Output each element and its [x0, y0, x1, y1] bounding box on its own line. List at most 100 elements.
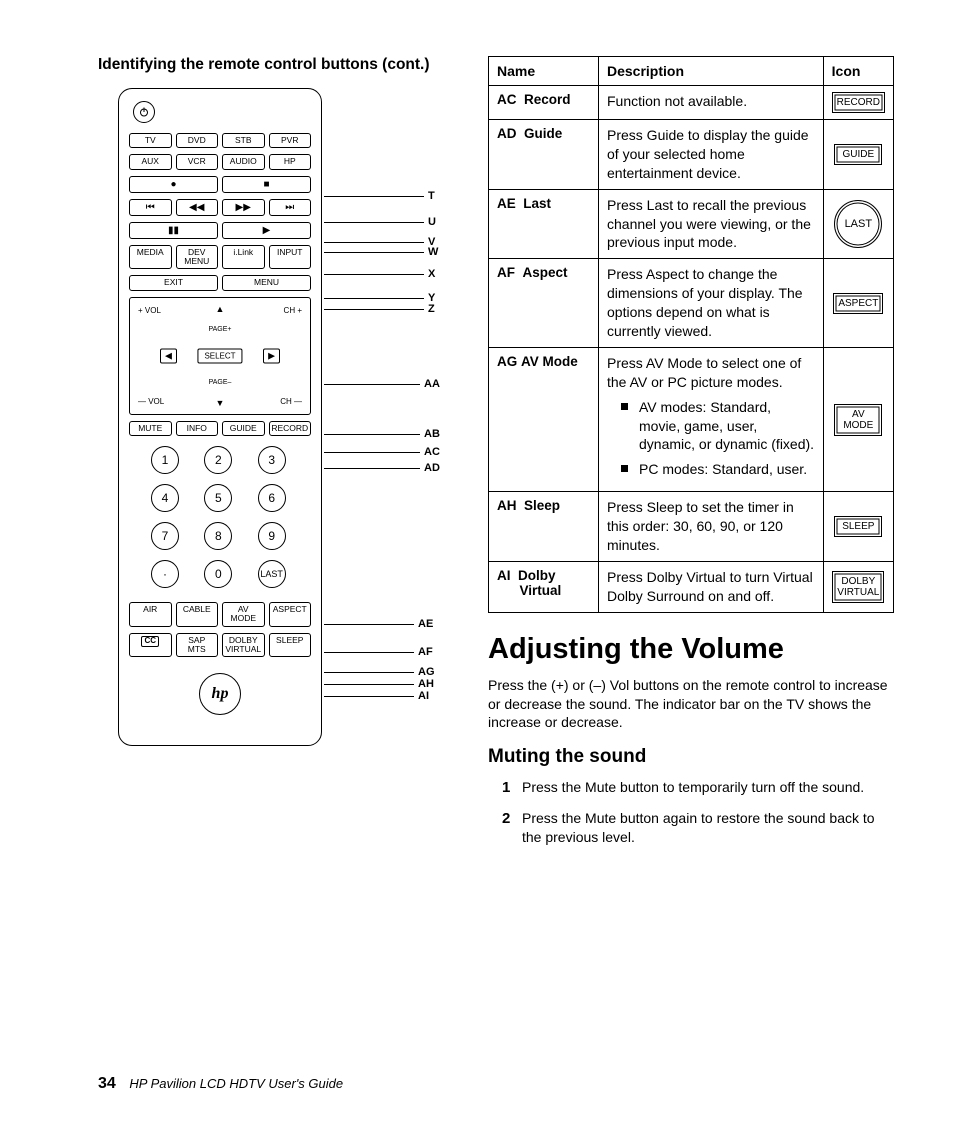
table-row: AC RecordFunction not available.RECORD: [489, 86, 894, 120]
row-name: AC Record: [489, 86, 599, 120]
callout-layer: TUVWXYZAAABACADAEAFAGAHAI: [324, 88, 444, 746]
row-icon: AVMODE: [823, 347, 893, 491]
arrow-right-icon: ▶: [263, 348, 280, 363]
remote-button: TV: [129, 133, 172, 148]
row-icon: ASPECT: [823, 259, 893, 348]
row-desc: Press Last to recall the previous channe…: [599, 189, 824, 259]
remote-button: ⏭: [269, 199, 312, 216]
th-icon: Icon: [823, 57, 893, 86]
info-row: MUTEINFOGUIDERECORD: [129, 421, 311, 436]
page-number: 34: [98, 1075, 116, 1092]
remote-button: DEVMENU: [176, 245, 219, 270]
numpad-key: 8: [204, 522, 232, 550]
arrow-left-icon: ◀: [160, 348, 177, 363]
row-name: AG AV Mode: [489, 347, 599, 491]
row-desc: Press Sleep to set the timer in this ord…: [599, 492, 824, 562]
numpad-key: 7: [151, 522, 179, 550]
footer-title: HP Pavilion LCD HDTV User's Guide: [129, 1076, 343, 1091]
numpad: 123456789·0LAST: [129, 446, 311, 588]
remote-button: SLEEP: [269, 633, 312, 658]
row-desc: Press Dolby Virtual to turn Virtual Dolb…: [599, 561, 824, 612]
callout: AI: [324, 690, 429, 702]
row-icon: LAST: [823, 189, 893, 259]
remote-button: CABLE: [176, 602, 219, 627]
extra-row: CCSAPMTSDOLBYVIRTUALSLEEP: [129, 633, 311, 658]
ch-minus: CH —: [280, 397, 302, 406]
callout: AD: [324, 462, 440, 474]
row-desc: Function not available.: [599, 86, 824, 120]
device-row-2: AUXVCRAUDIOHP: [129, 154, 311, 169]
remote-diagram-wrap: TVDVDSTBPVR AUXVCRAUDIOHP ●■ ⏮◀◀▶▶⏭ ▮▮▶ …: [118, 88, 448, 746]
arrow-up-icon: ▲: [216, 304, 225, 314]
table-row: AD GuidePress Guide to display the guide…: [489, 120, 894, 190]
table-row: AG AV ModePress AV Mode to select one of…: [489, 347, 894, 491]
hp-logo-icon: hp: [199, 673, 241, 715]
numpad-key: 3: [258, 446, 286, 474]
th-name: Name: [489, 57, 599, 86]
remote-button: AUX: [129, 154, 172, 169]
section-heading: Identifying the remote control buttons (…: [98, 56, 458, 74]
row-desc: Press Aspect to change the dimensions of…: [599, 259, 824, 348]
table-row: AE LastPress Last to recall the previous…: [489, 189, 894, 259]
remote-button: INPUT: [269, 245, 312, 270]
row-icon: RECORD: [823, 86, 893, 120]
ch-plus: CH +: [284, 306, 302, 315]
row-icon: DOLBYVIRTUAL: [823, 561, 893, 612]
callout: AB: [324, 428, 440, 440]
row-name: AF Aspect: [489, 259, 599, 348]
volume-heading: Adjusting the Volume: [488, 633, 894, 666]
arrow-down-icon: ▼: [216, 398, 225, 408]
row-name: AH Sleep: [489, 492, 599, 562]
remote-button: ◀◀: [176, 199, 219, 216]
remote-button: EXIT: [129, 275, 218, 290]
table-row: AF AspectPress Aspect to change the dime…: [489, 259, 894, 348]
row-name: AD Guide: [489, 120, 599, 190]
step: 2Press the Mute button again to restore …: [506, 809, 894, 847]
remote-button: DVD: [176, 133, 219, 148]
left-column: Identifying the remote control buttons (…: [98, 56, 458, 859]
transport-row: ⏮◀◀▶▶⏭: [129, 199, 311, 216]
numpad-key: 6: [258, 484, 286, 512]
exit-menu-row: EXIT MENU: [129, 275, 311, 290]
select-button: SELECT: [197, 348, 242, 363]
muting-heading: Muting the sound: [488, 746, 894, 768]
rec-stop-row: ●■: [129, 176, 311, 193]
remote-button: DOLBYVIRTUAL: [222, 633, 265, 658]
row-icon: SLEEP: [823, 492, 893, 562]
numpad-key: 1: [151, 446, 179, 474]
device-row-1: TVDVDSTBPVR: [129, 133, 311, 148]
numpad-key: 0: [204, 560, 232, 588]
vol-minus: — VOL: [138, 397, 164, 406]
remote-button: AVMODE: [222, 602, 265, 627]
remote-button: MEDIA: [129, 245, 172, 270]
remote-button: ASPECT: [269, 602, 312, 627]
table-row: AI Dolby VirtualPress Dolby Virtual to t…: [489, 561, 894, 612]
callout: W: [324, 246, 438, 258]
remote-outline: TVDVDSTBPVR AUXVCRAUDIOHP ●■ ⏮◀◀▶▶⏭ ▮▮▶ …: [118, 88, 322, 746]
callout: U: [324, 216, 436, 228]
callout: AH: [324, 678, 434, 690]
numpad-key: 4: [151, 484, 179, 512]
remote-button: STB: [222, 133, 265, 148]
remote-button: ⏮: [129, 199, 172, 216]
remote-button: ■: [222, 176, 311, 193]
callout: X: [324, 268, 435, 280]
remote-button: ▶▶: [222, 199, 265, 216]
volume-body: Press the (+) or (–) Vol buttons on the …: [488, 676, 894, 733]
numpad-key: ·: [151, 560, 179, 588]
callout: Z: [324, 303, 435, 315]
remote-button: AUDIO: [222, 154, 265, 169]
remote-button: MENU: [222, 275, 311, 290]
nav-block: + VOL — VOL CH + CH — ▲ ▼ ◀ ▶ SELECT PAG…: [129, 297, 311, 415]
button-description-table: Name Description Icon AC RecordFunction …: [488, 56, 894, 613]
remote-button: i.Link: [222, 245, 265, 270]
page-minus: PAGE–: [209, 379, 232, 386]
callout: AF: [324, 646, 433, 658]
remote-button: RECORD: [269, 421, 312, 436]
power-icon: [133, 101, 155, 123]
remote-button: MUTE: [129, 421, 172, 436]
callout: AC: [324, 446, 440, 458]
row-icon: GUIDE: [823, 120, 893, 190]
row-name: AI Dolby Virtual: [489, 561, 599, 612]
table-row: AH SleepPress Sleep to set the timer in …: [489, 492, 894, 562]
